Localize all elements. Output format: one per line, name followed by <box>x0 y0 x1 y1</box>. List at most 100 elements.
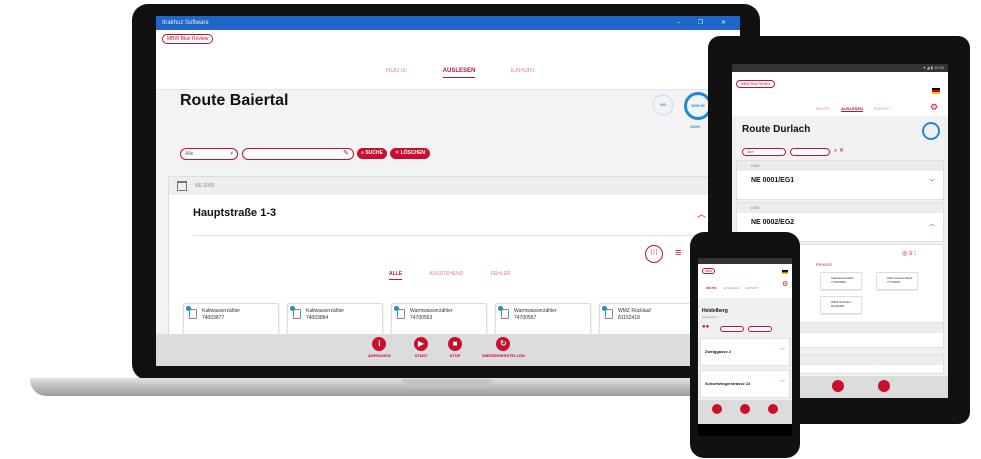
meter-number: 74003884 <box>306 315 329 321</box>
german-flag-icon[interactable] <box>932 88 940 94</box>
meter-type: Kaltwasserzähler <box>202 308 241 314</box>
start-icon[interactable] <box>832 380 844 392</box>
phone-statusbar <box>698 258 792 264</box>
window-controls[interactable]: – ❐ ✕ <box>677 16 734 30</box>
tab-route[interactable]: ROUTE <box>386 68 407 74</box>
anfragen-button[interactable]: i ANFRAGEN <box>368 337 391 358</box>
tab-auslesen[interactable]: AUSLESEN <box>723 286 739 290</box>
grid-view-icon[interactable]: ⁝⁝⁝ <box>645 245 663 263</box>
search-icon[interactable]: ⌕ ✕ <box>834 147 844 155</box>
laptop-notch <box>402 379 492 385</box>
page-subtitle: Neuenheim <box>702 315 718 319</box>
item-name: NE 0002/EG2 <box>751 219 795 226</box>
search-input[interactable]: ✎ <box>242 148 354 160</box>
pencil-icon: ✎ <box>343 150 349 157</box>
meter-type: Warmwasserzähler <box>514 308 557 314</box>
item-header: LBW <box>737 161 943 171</box>
panel-header[interactable]: NE 0000 <box>169 177 727 195</box>
action-label: START <box>414 353 428 358</box>
meter-card[interactable]: Warmwasserzähler 77700030 <box>876 272 918 290</box>
filter-select[interactable]: Alle ▾ <box>180 148 238 160</box>
meter-number: 81240450 <box>831 304 845 308</box>
start-button[interactable]: ▶ START <box>414 337 428 358</box>
meter-number: 74700563 <box>410 315 433 321</box>
address-title: Hauptstraße 1-3 <box>193 207 277 219</box>
item-header: LBW <box>737 203 943 213</box>
search-button-label: SUCHE <box>365 150 383 156</box>
stop-button[interactable]: ■ STOP <box>448 337 462 358</box>
main-tabs: ROUTE AUSLESEN EXPORT <box>386 68 570 78</box>
phone-action-bar <box>698 400 792 424</box>
filter-controls[interactable]: ●● <box>702 324 709 330</box>
search-input[interactable] <box>748 326 772 332</box>
brand-logo: MBW <box>702 268 716 274</box>
gear-icon[interactable]: ⚙ <box>782 280 788 288</box>
meter-number: 774009881 <box>831 280 847 284</box>
tab-export[interactable]: EXPORT <box>874 106 890 111</box>
meter-icon <box>290 306 301 319</box>
meter-number: 81152418 <box>618 315 640 321</box>
stop-icon[interactable] <box>878 380 890 392</box>
list-item[interactable]: LBW NE 0001/EG1 ﹀ <box>736 160 944 200</box>
filter-select[interactable] <box>720 326 744 332</box>
restore-button[interactable]: ↻ WIEDERHERSTELLEN <box>482 337 525 358</box>
filter-select-value: Alle <box>185 151 194 157</box>
filter-tab-fehler[interactable]: FEHLER <box>491 271 511 277</box>
progress-ring-small: 0/0 <box>652 94 674 116</box>
meter-icon <box>498 306 509 319</box>
panel-header-label: NE 0000 <box>195 183 215 189</box>
tab-auslesen[interactable]: AUSLESEN <box>442 68 476 78</box>
window-title: Itrakhuz Software <box>162 20 209 26</box>
meter-number: 77700030 <box>887 280 901 284</box>
meter-icon <box>186 306 197 319</box>
search-button[interactable]: ⌕ SUCHE <box>357 148 387 159</box>
meter-filter-tabs: ALLE AUSSTEHEND FEHLER <box>389 271 537 280</box>
filter-tab-alle[interactable]: ALLE <box>389 271 403 280</box>
meter-icon <box>602 306 613 319</box>
info-icon[interactable] <box>712 404 722 414</box>
item-name: NE 0001/EG1 <box>751 177 795 184</box>
clear-button[interactable]: ✕ LÖSCHEN <box>390 148 430 159</box>
meter-number: 74700567 <box>514 315 537 321</box>
chevron-down-icon: ▾ <box>230 151 233 157</box>
tab-route[interactable]: ROUTE <box>706 286 717 290</box>
meter-card[interactable]: WMZ Rücklauf 81152418 <box>599 303 695 337</box>
meter-card[interactable]: Kaltwasserzähler 74003884 <box>287 303 383 337</box>
stop-icon: ■ <box>448 337 462 351</box>
meter-card[interactable]: Kaltwasserzähler 774009881 <box>820 272 862 290</box>
list-item[interactable]: Zweiggasse 2 ﹀ <box>700 338 790 366</box>
gear-icon[interactable]: ⚙ <box>930 102 938 113</box>
tablet-statusbar: ▾ ◢ ▮ 12:30 <box>732 64 948 72</box>
meter-card[interactable]: Warmwasserzähler 74700563 <box>391 303 487 337</box>
meter-card[interactable]: Kaltwasserzähler 74003877 <box>183 303 279 337</box>
chevron-down-icon: ﹀ <box>928 180 935 186</box>
tab-export[interactable]: EXPORT <box>746 286 758 290</box>
phone-header: MBW ⚙ ROUTE AUSLESEN EXPORT <box>698 258 792 298</box>
start-icon[interactable] <box>740 404 750 414</box>
search-input[interactable] <box>790 148 830 156</box>
filter-select[interactable]: Alle <box>742 148 786 156</box>
tab-route[interactable]: ROUTE <box>816 106 830 111</box>
stop-icon[interactable] <box>768 404 778 414</box>
tablet-tabs: ROUTE AUSLESEN EXPORT <box>816 106 900 112</box>
play-icon: ▶ <box>414 337 428 351</box>
filter-tab-ausstehend[interactable]: AUSSTEHEND <box>429 271 463 277</box>
meter-card[interactable]: Warmwasserzähler 74700567 <box>495 303 591 337</box>
tab-auslesen[interactable]: AUSLESEN <box>841 106 863 112</box>
chevron-down-icon: ﹀ <box>779 380 785 386</box>
view-toggle-icons[interactable]: ◎ ≡ ⁝ <box>902 250 916 257</box>
item-name: Schwetzingerstrasse 22 <box>705 381 751 386</box>
progress-ring <box>922 122 940 140</box>
item-name: Zweiggasse 2 <box>705 349 732 354</box>
page-title: Route Baiertal <box>180 92 289 109</box>
window-titlebar: Itrakhuz Software – ❐ ✕ <box>156 16 740 30</box>
chevron-up-icon[interactable]: ︿ <box>697 207 706 220</box>
list-item[interactable]: Schwetzingerstrasse 22 ﹀ <box>700 370 790 398</box>
meter-card[interactable]: WMZ Rücklauf 81240450 <box>820 296 862 314</box>
german-flag-icon[interactable] <box>782 270 788 274</box>
divider <box>193 235 701 236</box>
page-title: Route Durlach <box>742 124 811 135</box>
list-view-icon[interactable]: ≡ <box>675 247 681 259</box>
tab-export[interactable]: EXPORT <box>511 68 536 74</box>
filter-tab-fehler[interactable]: FEHLER <box>816 262 832 267</box>
